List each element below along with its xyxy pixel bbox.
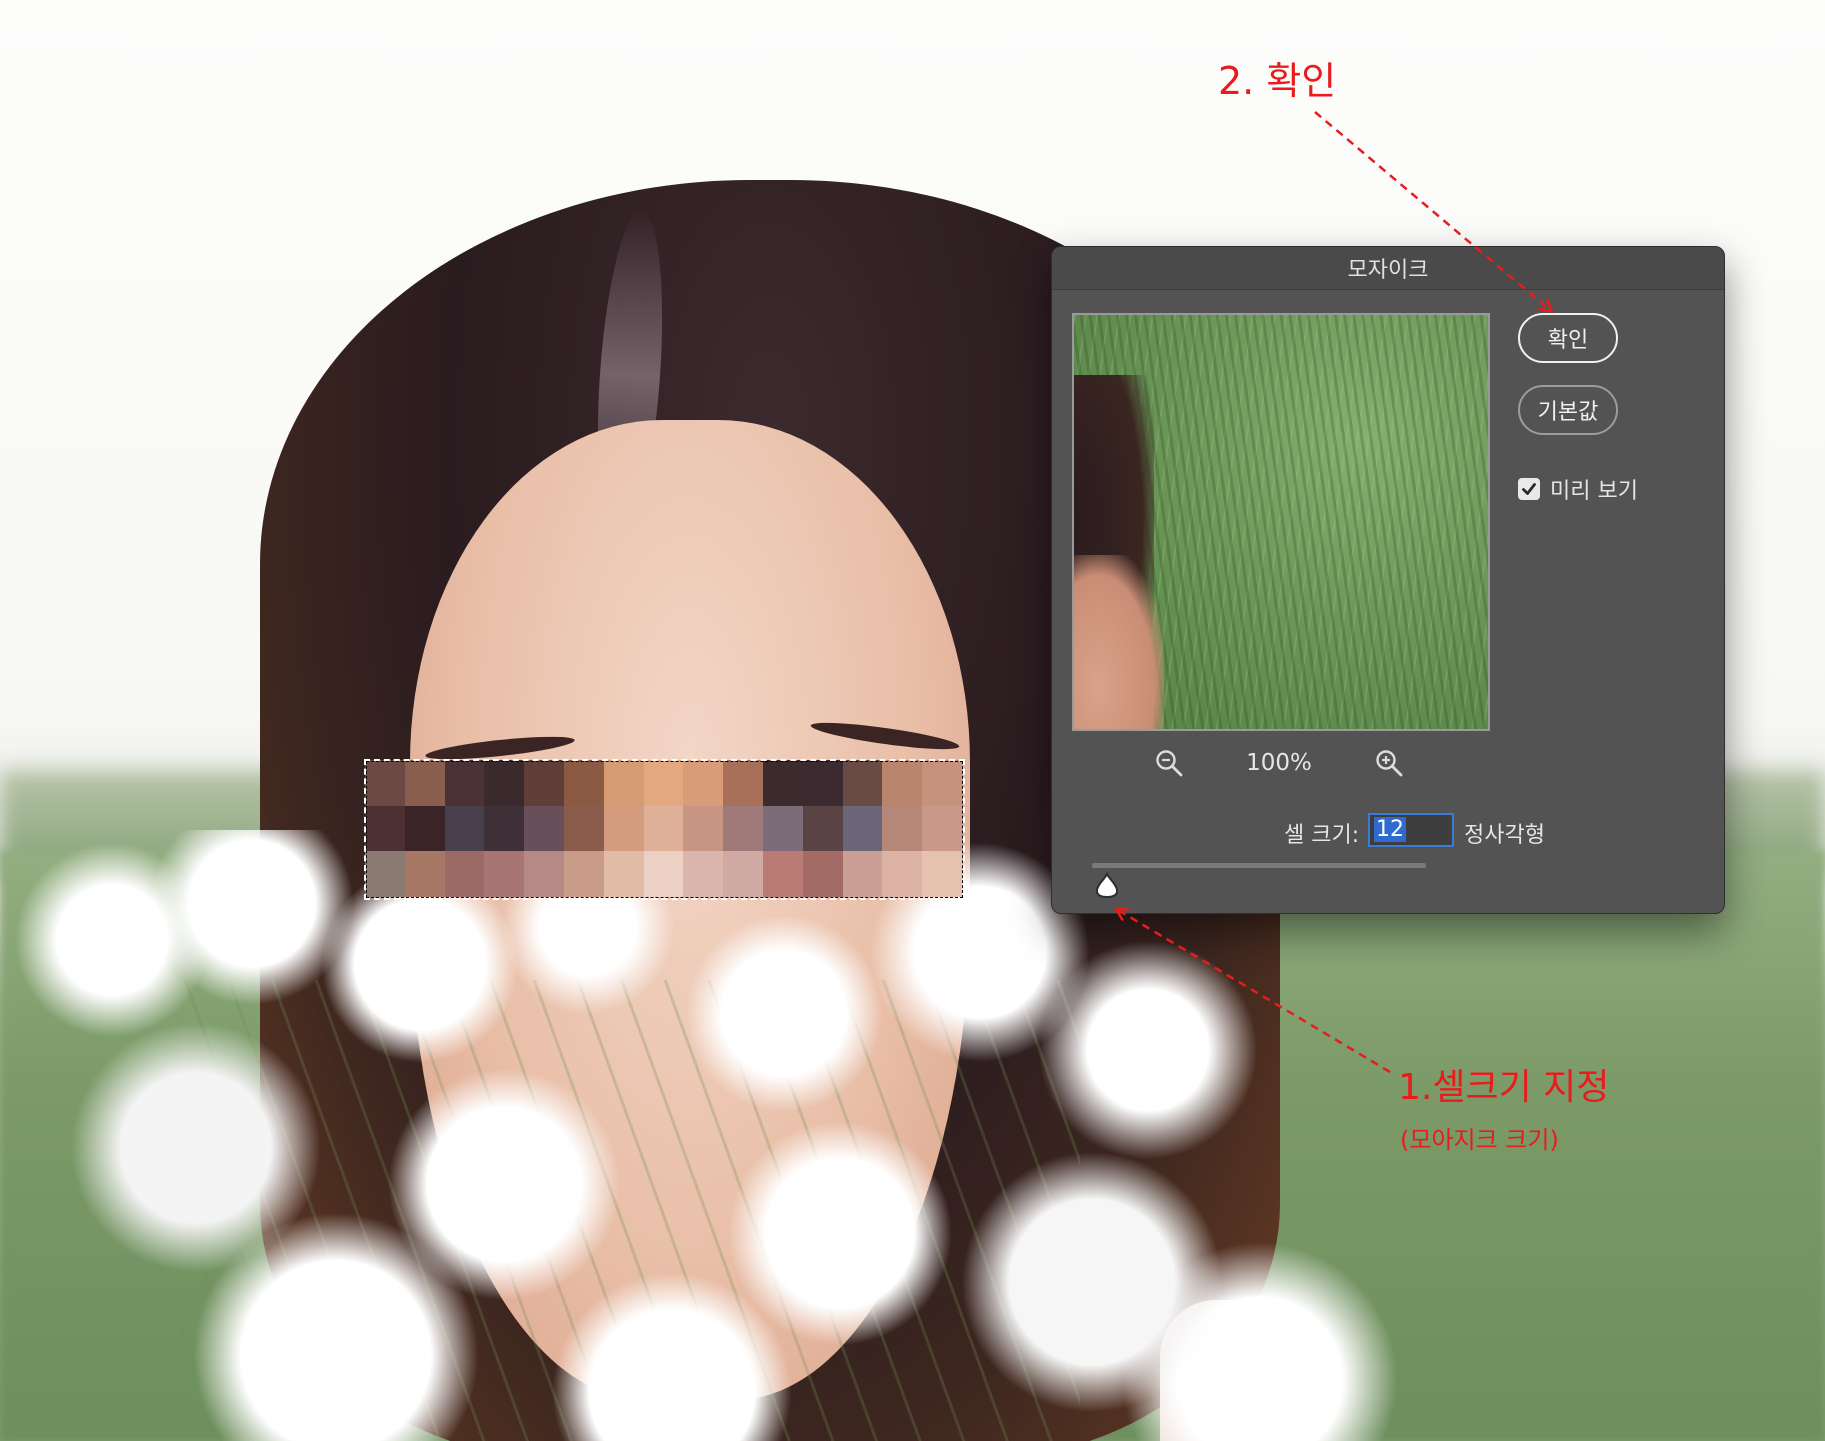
preview-shoulder (1074, 555, 1164, 729)
mosaic-cell (444, 805, 485, 852)
preview-checkbox[interactable] (1518, 478, 1540, 500)
cell-size-unit: 정사각형 (1464, 823, 1545, 848)
mosaic-cell (802, 805, 843, 852)
zoom-in-icon[interactable] (1372, 746, 1406, 780)
mosaic-cell (723, 851, 763, 897)
mosaic-cell (563, 805, 604, 852)
mosaic-cell (882, 851, 923, 897)
mosaic-cell (683, 805, 724, 852)
mosaic-cell (365, 760, 405, 806)
mosaic-cell (683, 760, 724, 806)
cell-size-input[interactable]: 12 (1368, 813, 1454, 847)
checkmark-icon (1522, 483, 1536, 495)
cell-size-label: 셀 크기: (1284, 823, 1360, 848)
mosaic-cell (524, 851, 564, 897)
mosaic-region (365, 760, 962, 897)
mosaic-cell (922, 760, 962, 806)
mosaic-cell (643, 851, 684, 897)
mosaic-cell (484, 805, 525, 852)
cell-size-value: 12 (1374, 817, 1406, 842)
mosaic-cell (444, 851, 485, 897)
mosaic-cell (643, 760, 684, 806)
mosaic-cell (484, 851, 525, 897)
mosaic-cell (524, 805, 564, 852)
slider-thumb-icon (1095, 871, 1119, 899)
slider-thumb[interactable] (1093, 871, 1121, 899)
filter-preview[interactable] (1072, 313, 1490, 731)
mosaic-cell (762, 851, 803, 897)
ok-button[interactable]: 확인 (1518, 313, 1618, 363)
mosaic-cell (444, 760, 485, 806)
flower-bouquet (0, 830, 1400, 1441)
zoom-controls: 100% (1072, 735, 1486, 791)
mosaic-cell (842, 805, 883, 852)
zoom-level: 100% (1246, 750, 1312, 776)
cell-size-slider[interactable] (1092, 863, 1426, 868)
cell-size-row: 셀 크기: 12 정사각형 (1052, 811, 1724, 851)
annotation-step1-sub: (모아지크 크기) (1400, 1126, 1559, 1154)
mosaic-cell (882, 760, 923, 806)
default-button[interactable]: 기본값 (1518, 385, 1618, 435)
mosaic-cell (802, 760, 843, 806)
mosaic-cell (484, 760, 525, 806)
mosaic-cell (683, 851, 724, 897)
mosaic-cell (762, 805, 803, 852)
dialog-title: 모자이크 (1052, 247, 1724, 290)
mosaic-cell (922, 851, 962, 897)
annotation-step1: 1.셀크기 지정 (1398, 1067, 1610, 1108)
mosaic-cell (723, 760, 763, 806)
mosaic-cell (643, 805, 684, 852)
mosaic-cell (404, 760, 445, 806)
mosaic-cell (762, 760, 803, 806)
mosaic-cell (603, 805, 644, 852)
mosaic-dialog: 모자이크 100% 확인 기본값 미리 보기 셀 크기: 12 정사각형 (1051, 246, 1725, 914)
annotation-step2: 2. 확인 (1218, 59, 1337, 103)
mosaic-cell (404, 805, 445, 852)
mosaic-cell (842, 760, 883, 806)
mosaic-cell (365, 851, 405, 897)
mosaic-cell (922, 805, 962, 852)
preview-label: 미리 보기 (1550, 479, 1638, 504)
mosaic-cell (524, 760, 564, 806)
mosaic-cell (404, 851, 445, 897)
mosaic-cell (842, 851, 883, 897)
mosaic-cell (603, 760, 644, 806)
mosaic-cell (563, 760, 604, 806)
mosaic-cell (603, 851, 644, 897)
mosaic-cell (882, 805, 923, 852)
mosaic-cell (723, 805, 763, 852)
preview-toggle[interactable]: 미리 보기 (1518, 473, 1638, 505)
zoom-out-icon[interactable] (1152, 746, 1186, 780)
mosaic-cell (563, 851, 604, 897)
mosaic-cell (365, 805, 405, 852)
mosaic-cell (802, 851, 843, 897)
